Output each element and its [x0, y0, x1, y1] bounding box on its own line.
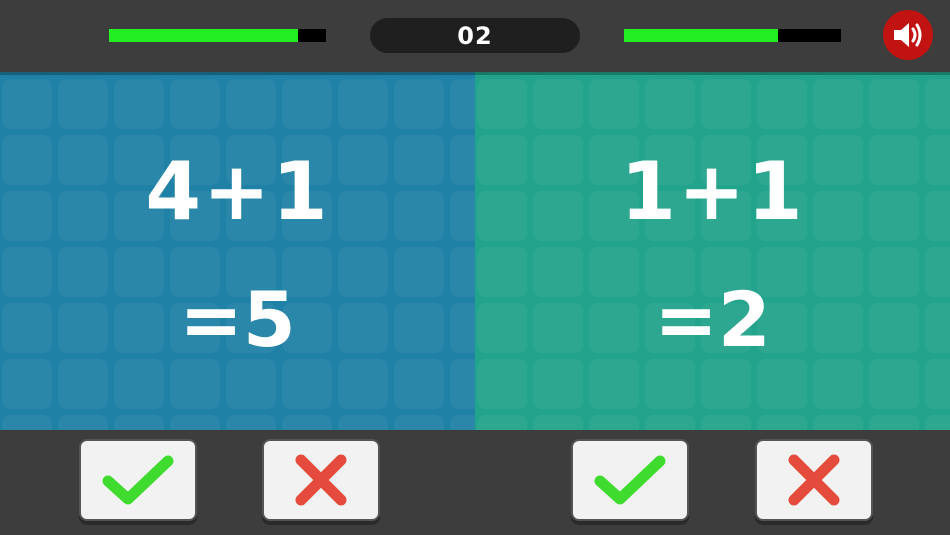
right-timer-bar: [624, 29, 841, 42]
grid-tile: [589, 79, 639, 129]
grid-tile: [394, 415, 444, 430]
grid-tile: [2, 79, 52, 129]
right-player-panel: 1+1 =2: [475, 72, 950, 430]
left-panel-grid: [0, 75, 475, 430]
grid-tile: [394, 79, 444, 129]
grid-tile: [114, 359, 164, 409]
grid-tile: [226, 415, 276, 430]
grid-tile: [533, 359, 583, 409]
left-player-panel: 4+1 =5: [0, 72, 475, 430]
grid-tile: [757, 359, 807, 409]
sound-button[interactable]: [883, 10, 933, 60]
grid-tile: [757, 79, 807, 129]
left-result: =5: [179, 275, 296, 364]
grid-tile: [925, 359, 950, 409]
grid-tile: [925, 79, 950, 129]
grid-tile: [533, 415, 583, 430]
grid-tile: [114, 415, 164, 430]
grid-tile: [338, 79, 388, 129]
grid-tile: [757, 415, 807, 430]
right-correct-button[interactable]: [571, 439, 689, 521]
grid-tile: [589, 415, 639, 430]
grid-tile: [170, 79, 220, 129]
grid-tile: [477, 359, 527, 409]
grid-tile: [813, 79, 863, 129]
grid-tile: [338, 415, 388, 430]
grid-tile: [58, 79, 108, 129]
grid-tile: [226, 79, 276, 129]
grid-tile: [2, 359, 52, 409]
grid-tile: [869, 79, 919, 129]
left-timer-fill: [109, 29, 298, 42]
speaker-volume-icon: [894, 23, 922, 47]
grid-tile: [450, 359, 475, 409]
left-timer-bar: [109, 29, 326, 42]
cross-icon: [295, 454, 347, 506]
score-value: 02: [457, 21, 493, 50]
left-correct-button[interactable]: [79, 439, 197, 521]
checkmark-icon: [102, 455, 174, 505]
checkmark-icon: [594, 455, 666, 505]
cross-icon: [788, 454, 840, 506]
grid-tile: [477, 415, 527, 430]
grid-tile: [645, 359, 695, 409]
grid-tile: [282, 415, 332, 430]
grid-tile: [645, 415, 695, 430]
grid-tile: [338, 359, 388, 409]
left-wrong-button[interactable]: [262, 439, 380, 521]
grid-tile: [869, 359, 919, 409]
left-expression: 4+1: [145, 145, 330, 238]
grid-tile: [2, 415, 52, 430]
grid-tile: [58, 359, 108, 409]
grid-tile: [282, 79, 332, 129]
grid-tile: [701, 79, 751, 129]
grid-tile: [170, 415, 220, 430]
grid-tile: [701, 415, 751, 430]
grid-tile: [282, 359, 332, 409]
grid-tile: [869, 415, 919, 430]
right-result: =2: [654, 275, 771, 364]
right-panel-grid: [475, 75, 950, 430]
grid-tile: [477, 79, 527, 129]
grid-tile: [813, 359, 863, 409]
grid-tile: [813, 415, 863, 430]
grid-tile: [450, 79, 475, 129]
grid-tile: [533, 79, 583, 129]
grid-tile: [226, 359, 276, 409]
grid-tile: [114, 79, 164, 129]
grid-tile: [701, 359, 751, 409]
grid-tile: [925, 415, 950, 430]
grid-tile: [450, 415, 475, 430]
grid-tile: [394, 359, 444, 409]
right-expression: 1+1: [620, 145, 805, 238]
right-wrong-button[interactable]: [755, 439, 873, 521]
right-timer-fill: [624, 29, 779, 42]
score-display: 02: [370, 18, 580, 53]
grid-tile: [170, 359, 220, 409]
grid-tile: [589, 359, 639, 409]
grid-tile: [645, 79, 695, 129]
grid-tile: [58, 415, 108, 430]
